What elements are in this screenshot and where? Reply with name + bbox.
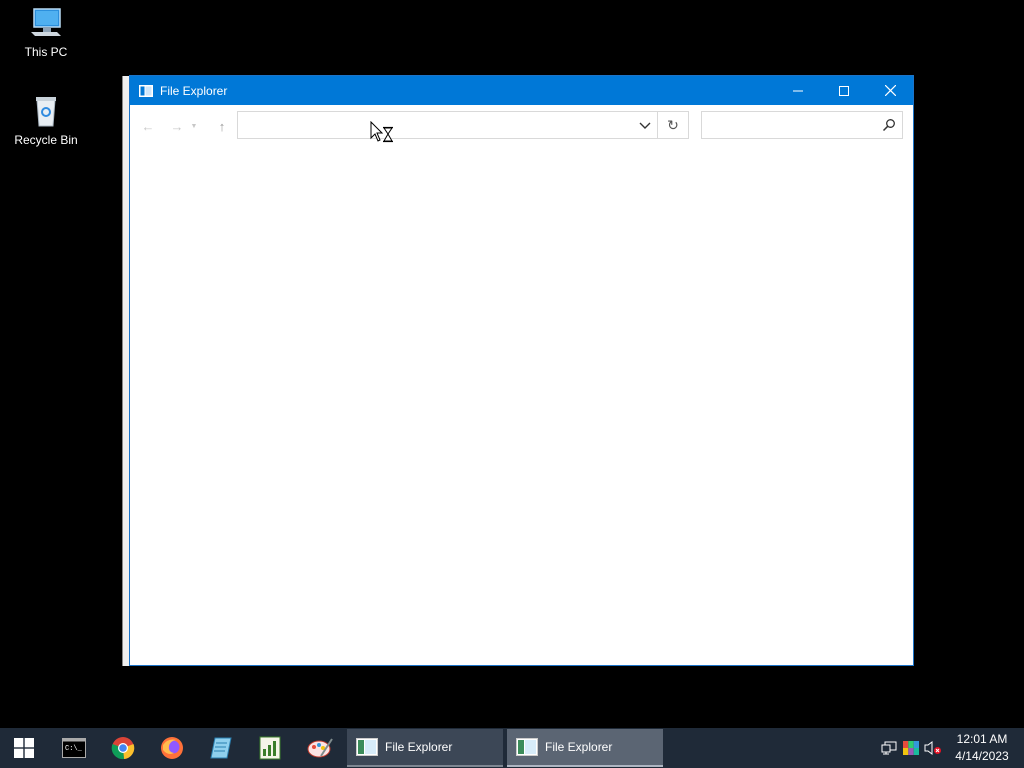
color-display-tray-button[interactable] (900, 738, 922, 758)
busy-cursor-icon (370, 121, 393, 143)
taskbar-chart-app[interactable] (246, 728, 294, 768)
file-explorer-window: File Explorer ← → ▼ ↑ ↻ (129, 75, 914, 666)
navigation-bar: ← → ▼ ↑ ↻ (130, 105, 913, 147)
taskbar-chrome[interactable] (99, 728, 147, 768)
refresh-icon: ↻ (667, 116, 679, 133)
desktop-icon-label: This PC (24, 45, 68, 59)
address-input[interactable] (242, 113, 636, 139)
search-icon (882, 119, 895, 132)
forward-button[interactable]: → (165, 115, 189, 137)
chart-app-icon (259, 736, 281, 760)
taskbar-notepad[interactable] (197, 728, 245, 768)
clock[interactable]: 12:01 AM 4/14/2023 (944, 731, 1020, 765)
recent-locations-button[interactable]: ▼ (189, 115, 199, 137)
arrow-right-icon: → (170, 118, 184, 134)
chevron-down-icon[interactable] (637, 117, 653, 133)
taskbar: C:\_ File Explorer File Explorer 12:01 A… (0, 728, 1024, 768)
firefox-icon (161, 737, 183, 759)
volume-muted-icon (924, 741, 941, 755)
chrome-icon (111, 737, 135, 760)
recycle-bin-icon (36, 97, 56, 127)
back-button[interactable]: ← (136, 115, 160, 137)
address-bar[interactable] (237, 111, 658, 139)
file-explorer-icon (516, 738, 538, 756)
start-button[interactable] (0, 728, 48, 768)
arrow-left-icon: ← (141, 118, 155, 134)
task-label: File Explorer (385, 740, 453, 754)
volume-tray-button[interactable] (922, 738, 944, 758)
search-box[interactable] (701, 111, 903, 139)
task-label: File Explorer (545, 740, 613, 754)
close-button[interactable] (867, 76, 913, 105)
desktop-icon-recycle-bin[interactable]: Recycle Bin (4, 94, 88, 147)
clock-date: 4/14/2023 (955, 749, 1009, 763)
taskbar-paint[interactable] (296, 728, 344, 768)
chevron-down-icon: ▼ (190, 122, 198, 130)
content-pane[interactable] (130, 147, 913, 665)
network-tray-button[interactable] (878, 738, 900, 758)
desktop-icon-label: Recycle Bin (14, 133, 78, 147)
svg-text:C:\_: C:\_ (65, 745, 83, 753)
system-tray: 12:01 AM 4/14/2023 (878, 728, 1024, 768)
command-prompt-icon: C:\_ (62, 738, 86, 758)
windows-logo-icon (14, 738, 34, 758)
title-bar[interactable]: File Explorer (130, 76, 913, 105)
file-explorer-icon (356, 738, 378, 756)
notepad-icon (210, 737, 232, 759)
taskbar-task-file-explorer-active[interactable]: File Explorer (507, 729, 663, 767)
taskbar-command-prompt[interactable]: C:\_ (50, 728, 98, 768)
maximize-icon (839, 85, 849, 96)
clock-time: 12:01 AM (956, 732, 1008, 746)
desktop-icon-this-pc[interactable]: This PC (4, 6, 88, 59)
close-icon (884, 85, 896, 96)
taskbar-firefox[interactable] (148, 728, 196, 768)
taskbar-task-file-explorer[interactable]: File Explorer (347, 729, 503, 767)
search-input[interactable] (706, 113, 880, 139)
color-display-icon (903, 741, 919, 755)
computer-icon (31, 8, 61, 36)
paint-icon (307, 738, 333, 758)
refresh-button[interactable]: ↻ (658, 111, 689, 139)
network-icon (881, 741, 897, 755)
up-button[interactable]: ↑ (210, 115, 234, 137)
arrow-up-icon: ↑ (218, 118, 226, 134)
minimize-button[interactable] (775, 76, 821, 105)
maximize-button[interactable] (821, 76, 867, 105)
file-explorer-icon (139, 84, 153, 97)
minimize-icon (793, 90, 803, 91)
window-title: File Explorer (160, 83, 228, 98)
